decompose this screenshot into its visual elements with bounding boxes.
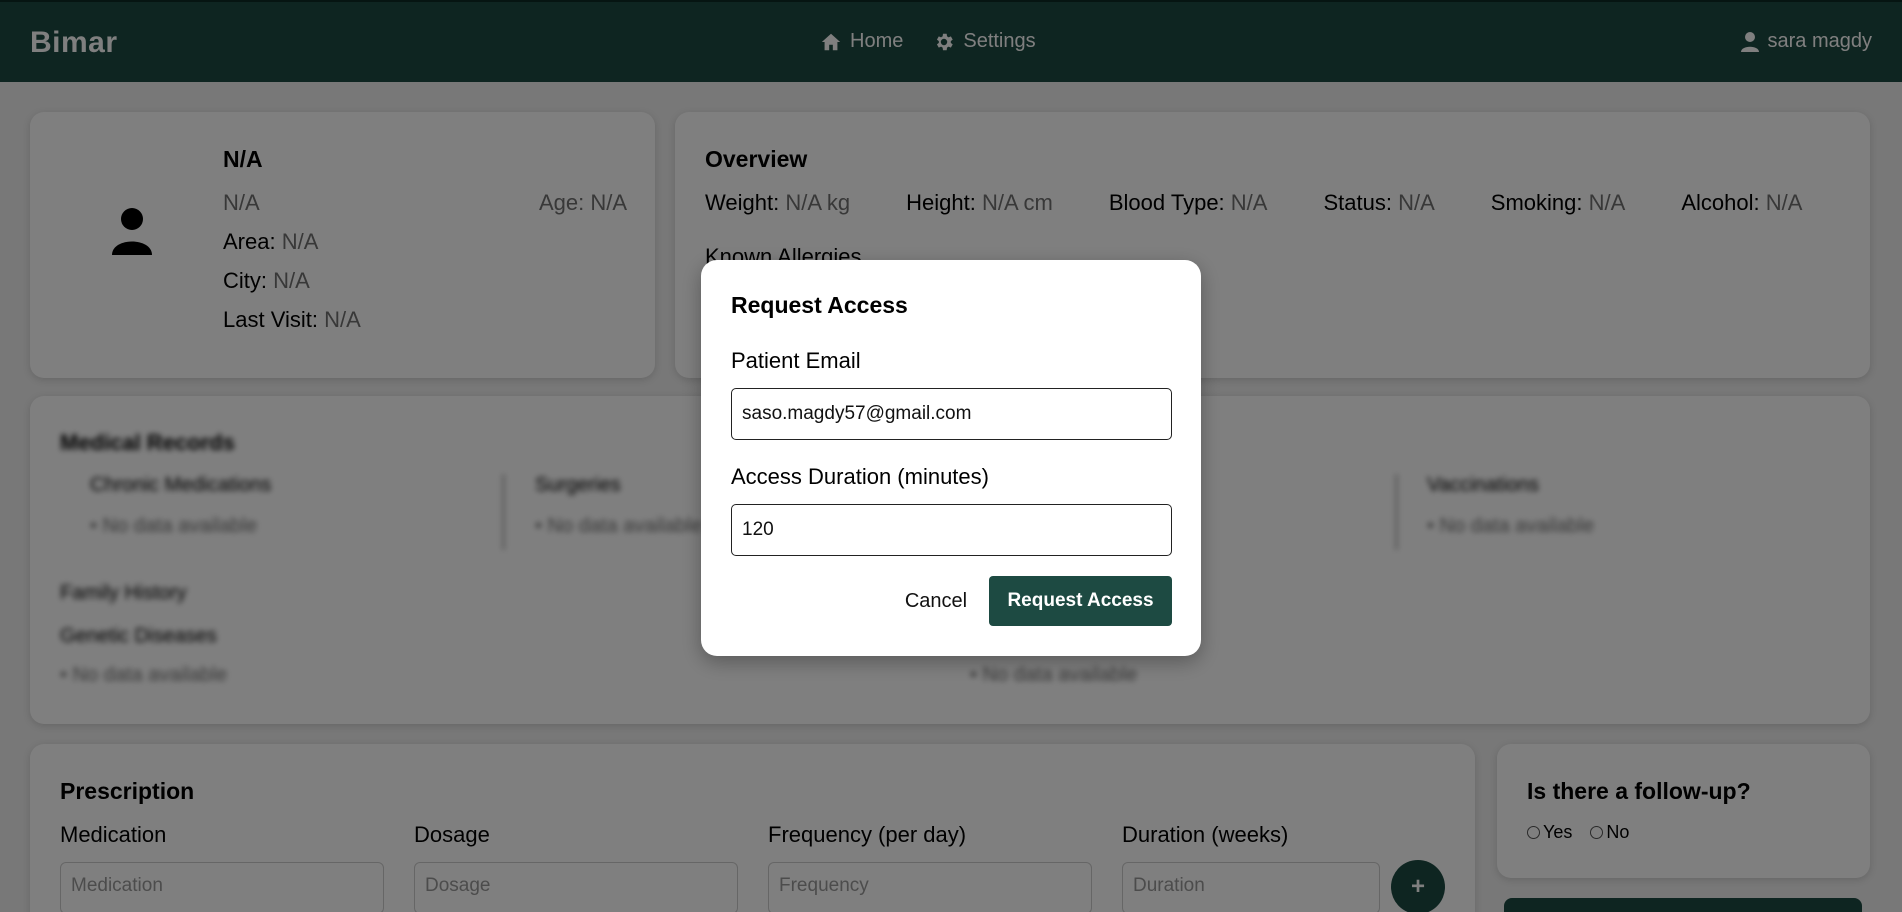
modal-overlay-top	[0, 0, 1902, 82]
request-access-modal: Request Access Patient Email Access Dura…	[701, 260, 1201, 656]
access-duration-input[interactable]	[731, 504, 1172, 556]
modal-title: Request Access	[731, 292, 908, 318]
cancel-button[interactable]: Cancel	[886, 576, 986, 626]
access-duration-label: Access Duration (minutes)	[731, 464, 989, 489]
request-access-button[interactable]: Request Access	[989, 576, 1172, 626]
patient-email-label: Patient Email	[731, 348, 861, 373]
patient-email-input[interactable]	[731, 388, 1172, 440]
